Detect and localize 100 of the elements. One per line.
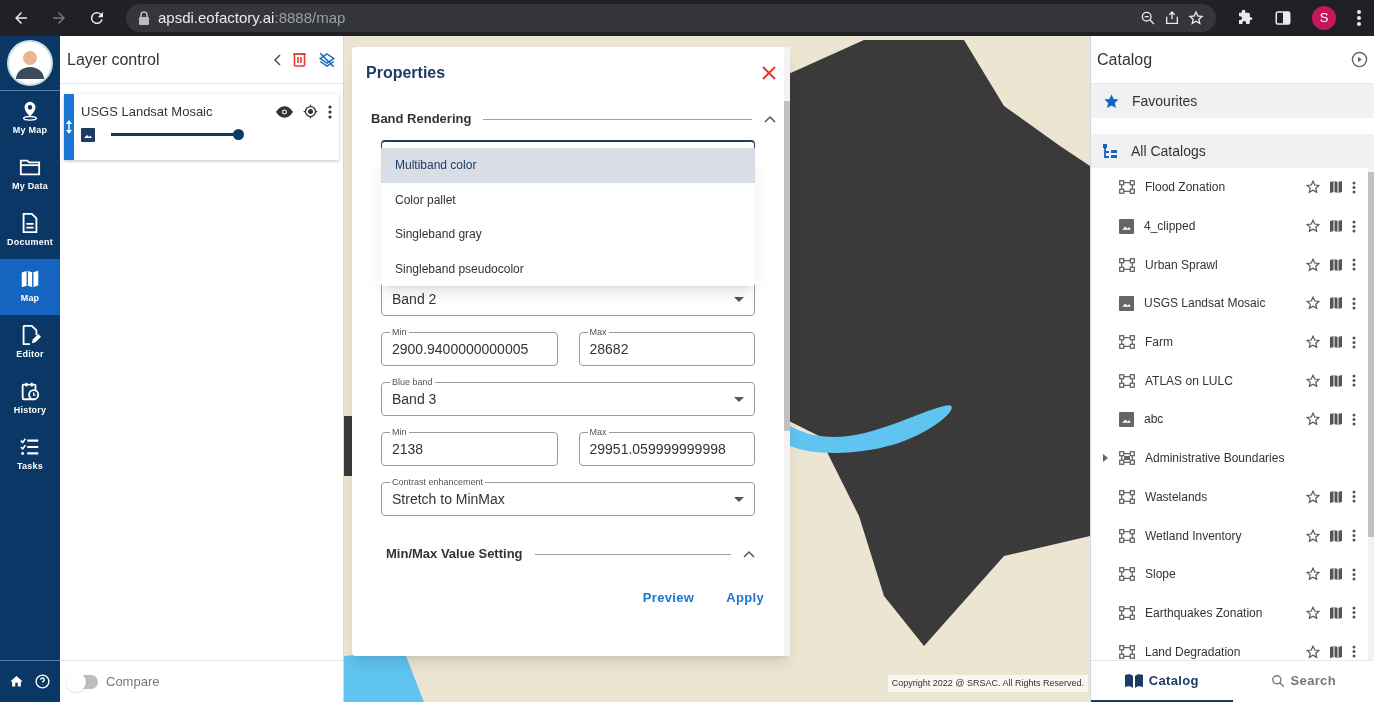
favourites-row[interactable]: Favourites bbox=[1091, 84, 1374, 118]
star-outline-icon[interactable] bbox=[1306, 180, 1320, 195]
profile-avatar[interactable]: S bbox=[1312, 6, 1336, 30]
menu-option[interactable]: Multiband color bbox=[381, 148, 755, 183]
nav-item[interactable]: Map bbox=[0, 259, 60, 315]
chevron-up-icon[interactable] bbox=[764, 115, 776, 123]
map-icon[interactable] bbox=[1330, 181, 1342, 194]
star-outline-icon[interactable] bbox=[1306, 296, 1320, 311]
chevron-left-icon[interactable] bbox=[273, 53, 281, 66]
catalog-item[interactable]: Urban Sprawl bbox=[1091, 245, 1368, 285]
star-outline-icon[interactable] bbox=[1306, 567, 1320, 582]
map-icon[interactable] bbox=[1330, 220, 1342, 233]
map-icon[interactable] bbox=[1330, 258, 1342, 271]
map-icon[interactable] bbox=[1330, 645, 1342, 658]
star-outline-icon[interactable] bbox=[1306, 257, 1320, 272]
map-view[interactable] bbox=[344, 36, 1090, 702]
map-icon[interactable] bbox=[1330, 490, 1342, 503]
catalog-tab[interactable]: Catalog bbox=[1091, 661, 1233, 702]
chevron-up-icon[interactable] bbox=[743, 550, 755, 558]
more-icon[interactable] bbox=[1352, 296, 1356, 310]
more-icon[interactable] bbox=[1352, 529, 1356, 543]
compare-toggle[interactable] bbox=[68, 674, 98, 689]
nav-item[interactable]: Editor bbox=[0, 315, 60, 371]
more-icon[interactable] bbox=[1352, 180, 1356, 194]
star-icon[interactable] bbox=[1188, 10, 1204, 26]
forward-icon[interactable] bbox=[50, 9, 68, 27]
more-icon[interactable] bbox=[328, 104, 332, 119]
star-outline-icon[interactable] bbox=[1306, 335, 1320, 350]
star-outline-icon[interactable] bbox=[1306, 219, 1320, 234]
more-icon[interactable] bbox=[1352, 219, 1356, 233]
more-icon[interactable] bbox=[1356, 9, 1362, 27]
map-icon[interactable] bbox=[1330, 529, 1342, 542]
nav-item[interactable]: History bbox=[0, 371, 60, 427]
catalog-item[interactable]: 4_clipped bbox=[1091, 206, 1368, 246]
menu-option[interactable]: Singleband gray bbox=[381, 217, 755, 252]
catalog-item[interactable]: USGS Landsat Mosaic bbox=[1091, 284, 1368, 323]
nav-item[interactable]: My Map bbox=[0, 91, 60, 147]
nav-item[interactable]: Document bbox=[0, 203, 60, 259]
catalog-item[interactable]: ATLAS on LULC bbox=[1091, 361, 1368, 401]
map-icon[interactable] bbox=[1330, 606, 1342, 619]
zoom-icon[interactable] bbox=[1140, 10, 1156, 26]
preview-button[interactable]: Preview bbox=[630, 582, 707, 614]
vector-shape-icon bbox=[1119, 567, 1135, 582]
address-bar[interactable]: apsdi.eofactory.ai:8888/map bbox=[126, 4, 1216, 32]
catalog-item[interactable]: Flood Zonation bbox=[1091, 168, 1368, 207]
more-icon[interactable] bbox=[1352, 374, 1356, 388]
star-outline-icon[interactable] bbox=[1306, 528, 1320, 543]
catalog-item[interactable]: abc bbox=[1091, 400, 1368, 439]
puzzle-icon[interactable] bbox=[1236, 9, 1254, 27]
catalog-item[interactable]: Earthquakes Zonation bbox=[1091, 593, 1368, 633]
catalog-item[interactable]: Farm bbox=[1091, 322, 1368, 362]
map-icon[interactable] bbox=[1330, 336, 1342, 349]
star-outline-icon[interactable] bbox=[1306, 373, 1320, 388]
nav-item[interactable]: Tasks bbox=[0, 427, 60, 483]
all-catalogs-row[interactable]: All Catalogs bbox=[1091, 134, 1374, 168]
reload-icon[interactable] bbox=[88, 9, 106, 27]
more-icon[interactable] bbox=[1352, 258, 1356, 272]
map-icon[interactable] bbox=[1330, 374, 1342, 387]
star-outline-icon[interactable] bbox=[1306, 489, 1320, 504]
map-icon[interactable] bbox=[1330, 413, 1342, 426]
more-icon[interactable] bbox=[1352, 335, 1356, 349]
layers-off-icon[interactable] bbox=[318, 50, 336, 69]
section-title: Min/Max Value Setting bbox=[386, 545, 523, 564]
menu-option[interactable]: Color pallet bbox=[381, 182, 755, 217]
more-icon[interactable] bbox=[1352, 606, 1356, 620]
star-outline-icon[interactable] bbox=[1306, 605, 1320, 620]
catalog-item[interactable]: Wastelands bbox=[1091, 477, 1368, 517]
eye-icon[interactable] bbox=[276, 105, 293, 118]
sidebar-icon[interactable] bbox=[1274, 9, 1292, 27]
catalog-item[interactable]: Wetland Inventory bbox=[1091, 516, 1368, 555]
opacity-slider[interactable] bbox=[108, 129, 244, 140]
star-outline-icon[interactable] bbox=[1306, 644, 1320, 659]
layer-card[interactable]: USGS Landsat Mosaic bbox=[64, 94, 339, 160]
scrollbar[interactable] bbox=[1368, 168, 1374, 660]
locate-icon[interactable] bbox=[303, 104, 318, 120]
scrollbar[interactable] bbox=[784, 47, 790, 656]
more-icon[interactable] bbox=[1352, 490, 1356, 504]
catalog-item[interactable]: Land Degradation bbox=[1091, 632, 1368, 660]
avatar-icon[interactable] bbox=[6, 39, 54, 87]
close-icon[interactable] bbox=[762, 66, 776, 80]
help-icon[interactable] bbox=[34, 673, 51, 690]
play-circle-icon[interactable] bbox=[1351, 51, 1368, 68]
more-icon[interactable] bbox=[1352, 567, 1356, 581]
field-value: 28682 bbox=[589, 339, 630, 359]
caret-right-icon[interactable] bbox=[1101, 454, 1109, 463]
map-icon[interactable] bbox=[1330, 568, 1342, 581]
map-icon[interactable] bbox=[1330, 297, 1342, 310]
catalog-item[interactable]: Slope bbox=[1091, 554, 1368, 594]
nav-item[interactable]: My Data bbox=[0, 147, 60, 203]
drag-handle-icon[interactable] bbox=[66, 120, 72, 134]
catalog-item[interactable]: Administrative Boundaries bbox=[1091, 438, 1368, 478]
catalog-tab[interactable]: Search bbox=[1232, 661, 1374, 702]
more-icon[interactable] bbox=[1352, 412, 1356, 426]
star-outline-icon[interactable] bbox=[1306, 412, 1320, 427]
dropdown-arrow-icon bbox=[734, 296, 744, 302]
share-icon[interactable] bbox=[1164, 10, 1180, 26]
more-icon[interactable] bbox=[1352, 645, 1356, 659]
home-icon[interactable] bbox=[9, 674, 24, 689]
apply-button[interactable]: Apply bbox=[714, 582, 776, 614]
delete-icon[interactable] bbox=[293, 52, 306, 67]
